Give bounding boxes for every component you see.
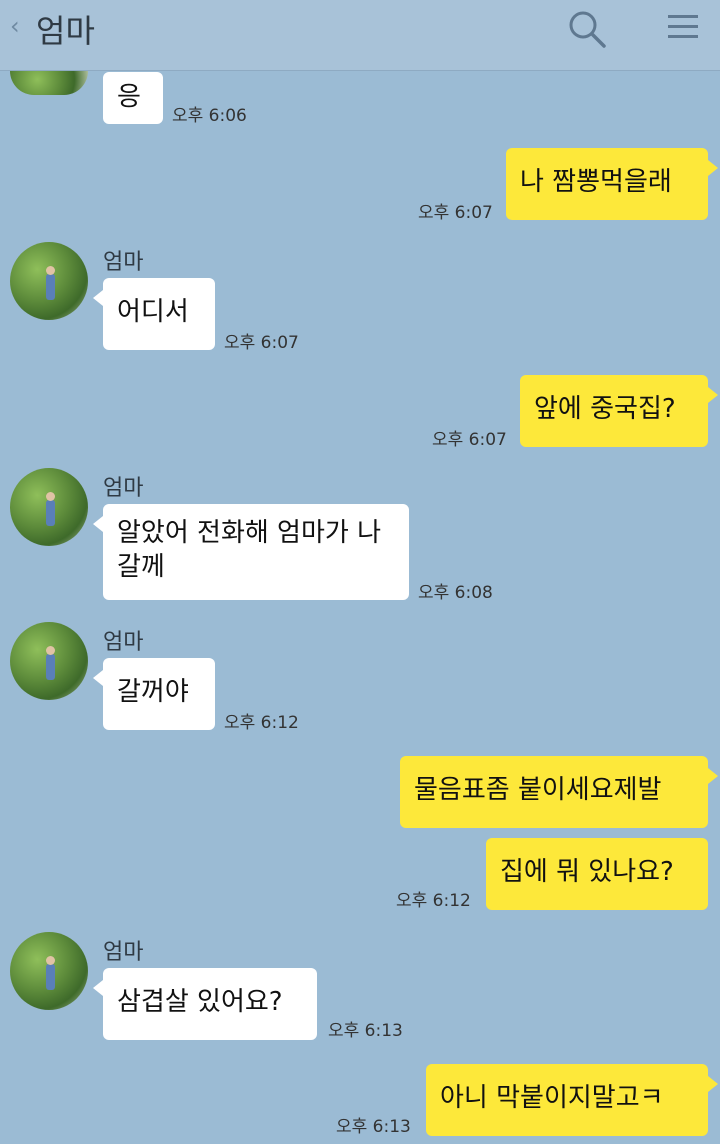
- message-text: 삼겹살 있어요?: [117, 987, 283, 1017]
- message-time: 오후 6:13: [336, 1117, 411, 1137]
- message-time: 오후 6:07: [224, 333, 299, 353]
- message-time: 오후 6:07: [418, 203, 493, 223]
- message-time: 오후 6:08: [418, 583, 493, 603]
- avatar[interactable]: [10, 242, 88, 320]
- avatar[interactable]: [10, 468, 88, 546]
- message-text: 집에 뭐 있나요?: [500, 857, 674, 887]
- message-time: 오후 6:06: [172, 106, 247, 126]
- avatar[interactable]: [10, 932, 88, 1010]
- sender-name: 엄마: [103, 630, 144, 655]
- message-bubble: 삼겹살 있어요?: [93, 968, 317, 1040]
- search-icon[interactable]: [566, 8, 610, 56]
- sender-name: 엄마: [103, 940, 144, 965]
- message-time: 오후 6:12: [224, 713, 299, 733]
- message-bubble: 물음표좀 붙이세요제발: [400, 756, 718, 828]
- message-bubble: 알았어 전화해 엄마가 나갈께: [93, 504, 409, 600]
- message-text: 앞에 중국집?: [534, 394, 676, 424]
- message-time: 오후 6:13: [328, 1021, 403, 1041]
- message-text: 응: [117, 82, 141, 112]
- avatar[interactable]: [10, 71, 88, 95]
- message-time: 오후 6:07: [432, 430, 507, 450]
- avatar[interactable]: [10, 622, 88, 700]
- message-text: 물음표좀 붙이세요제발: [414, 775, 662, 805]
- message-bubble: 어디서: [93, 278, 215, 350]
- message-bubble: 앞에 중국집?: [520, 375, 718, 447]
- chevron-left-icon[interactable]: ‹: [10, 12, 20, 40]
- message-text: 아니 막붙이지말고ㅋ: [440, 1083, 664, 1113]
- sender-name: 엄마: [103, 250, 144, 275]
- message-text: 나 짬뽕먹을래: [520, 167, 672, 197]
- message-text: 알았어 전화해 엄마가 나갈께: [117, 518, 381, 582]
- message-bubble: 나 짬뽕먹을래: [506, 148, 718, 220]
- message-text: 어디서: [117, 297, 189, 327]
- hamburger-menu-icon[interactable]: [666, 12, 700, 46]
- message-bubble: 갈꺼야: [93, 658, 215, 730]
- message-text: 갈꺼야: [117, 677, 189, 707]
- message-bubble: 아니 막붙이지말고ㅋ: [426, 1064, 718, 1136]
- message-bubble: 집에 뭐 있나요?: [486, 838, 708, 910]
- chat-title: 엄마: [36, 12, 95, 50]
- message-time: 오후 6:12: [396, 891, 471, 911]
- message-bubble: 응: [103, 72, 163, 124]
- chat-header: ‹ 엄마: [0, 0, 720, 71]
- sender-name: 엄마: [103, 476, 144, 501]
